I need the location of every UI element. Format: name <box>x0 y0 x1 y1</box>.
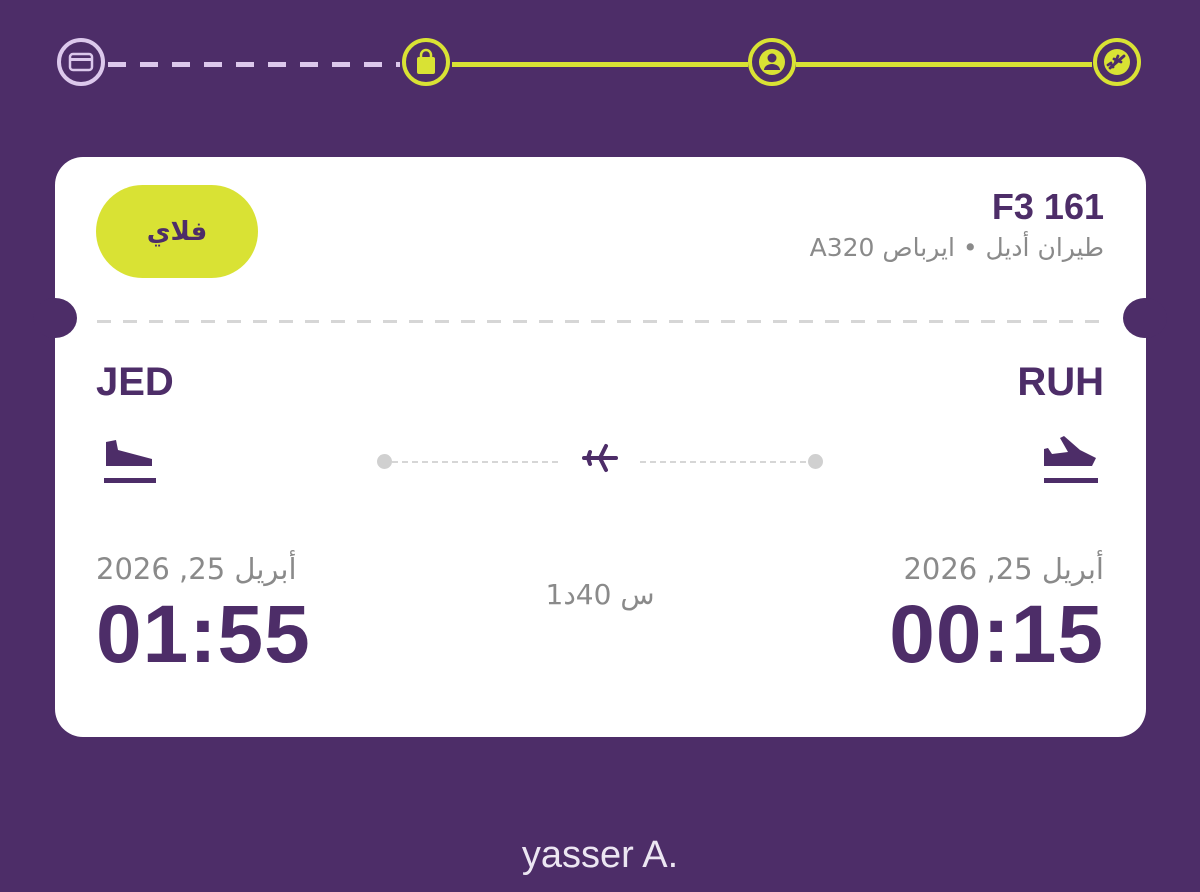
progress-segment-done <box>452 62 748 67</box>
ticket-divider <box>97 320 1102 323</box>
username-watermark: yasser A. <box>521 834 679 876</box>
ticket-notch-left <box>33 298 77 338</box>
booking-progress-stepper <box>0 0 1200 130</box>
card-icon <box>68 52 94 72</box>
airline-badge: فلاي <box>96 185 258 278</box>
destination-code: JED <box>96 360 174 404</box>
flight-duration: 1س 40د <box>545 578 655 611</box>
origin-code: RUH <box>1017 360 1104 404</box>
progress-segment-pending <box>108 62 400 67</box>
route-dot-right <box>808 454 823 469</box>
route-line <box>640 461 808 463</box>
progress-segment-done <box>796 62 1092 67</box>
route-dot-left <box>377 454 392 469</box>
step-passenger[interactable] <box>748 38 796 86</box>
person-icon <box>759 49 785 75</box>
ticket-notch-right <box>1123 298 1167 338</box>
step-flight[interactable] <box>1093 38 1141 86</box>
arrival-icon <box>104 440 156 483</box>
route-line <box>392 461 560 463</box>
step-extras[interactable] <box>402 38 450 86</box>
plane-icon <box>1104 49 1130 75</box>
route-plane-icon <box>582 444 618 472</box>
aircraft-info: طيران أديل • ايرباص A320 <box>809 233 1104 262</box>
bag-icon <box>417 48 435 74</box>
step-payment[interactable] <box>57 38 105 86</box>
flight-number: F3 161 <box>991 186 1104 227</box>
departure-icon <box>1044 436 1098 483</box>
